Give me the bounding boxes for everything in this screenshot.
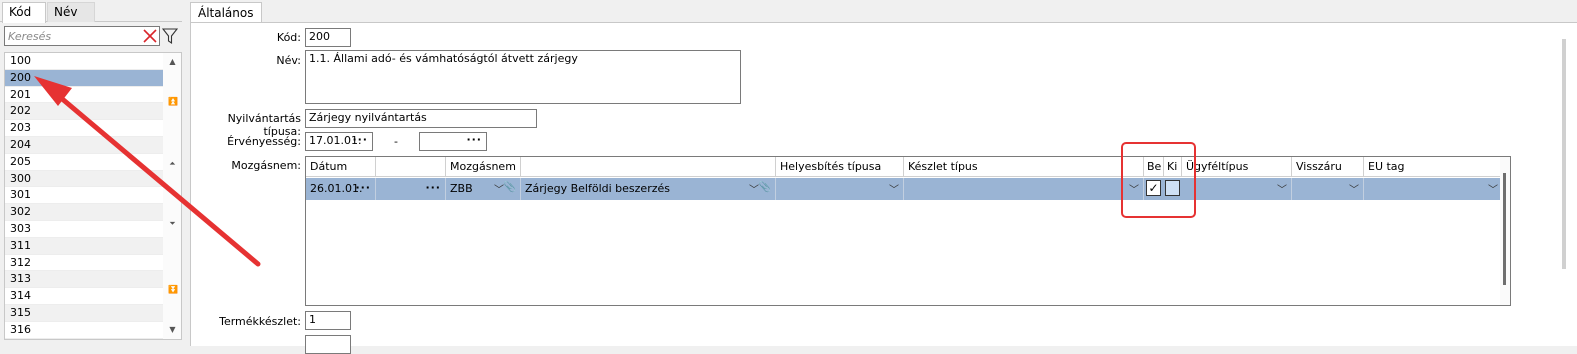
scroll-bottom-icon[interactable]: ⏬ (168, 285, 178, 295)
header-eu-tag[interactable]: EU tag (1364, 157, 1502, 177)
header-datum[interactable]: Dátum (306, 157, 376, 177)
list-item-code-202[interactable]: 202 (5, 103, 163, 121)
tab-nev[interactable]: Név (47, 2, 95, 22)
header-visszaru[interactable]: Visszáru (1292, 157, 1364, 177)
termekkeszlet-field[interactable]: 1 (305, 311, 351, 330)
mozgasnem-grid: Dátum Mozgásnem Helyesbítés típusa Készl… (305, 156, 1511, 306)
cell-blank[interactable]: ··· (376, 178, 446, 200)
main-scrollbar-thumb[interactable] (1562, 39, 1566, 269)
ervenyesseg-dash: - (394, 135, 398, 148)
next-field-partial[interactable] (305, 335, 351, 354)
nev-label: Név: (276, 54, 301, 67)
main-scrollbar[interactable] (1561, 39, 1567, 269)
termekkeszlet-label: Termékkészlet: (219, 315, 301, 328)
dropdown-chevron-icon[interactable]: ﹀ (1277, 181, 1287, 196)
scroll-down-icon[interactable]: ▼ (168, 325, 177, 335)
cell-visszaru[interactable]: ﹀ (1292, 178, 1364, 200)
grid-scrollbar[interactable] (1500, 157, 1510, 305)
code-list: 100 200 201 202 203 204 205 300 301 302 303 311 312 3… (4, 52, 182, 340)
grid-row-selected[interactable]: 26.01.01. ··· ··· ZBB ﹀ 📎 Zárjegy Belföl… (306, 178, 1502, 200)
scroll-up-icon[interactable]: ▲ (168, 57, 177, 67)
list-item-code-300[interactable]: 300 (5, 170, 163, 188)
header-helyesbites[interactable]: Helyesbítés típusa (776, 157, 904, 177)
list-item-code-203[interactable]: 203 (5, 120, 163, 137)
list-item-code-314[interactable]: 314 (5, 288, 163, 305)
list-item-code-316[interactable]: 316 (5, 322, 163, 339)
page-down-icon[interactable]: ⏷ (168, 219, 177, 229)
nyilvantartas-field[interactable]: Zárjegy nyilvántartás (305, 109, 537, 128)
nev-field[interactable]: 1.1. Állami adó- és vámhatóságtól átvett… (305, 50, 741, 104)
mozgasnem-name-value: Zárjegy Belföldi beszerzés (525, 182, 670, 195)
list-item-code-311[interactable]: 311 (5, 237, 163, 255)
list-item-code-301[interactable]: 301 (5, 187, 163, 205)
code-list-panel: Kód Név 10020020120220320420530030130230… (0, 0, 182, 346)
scroll-top-icon[interactable]: ⏫ (168, 97, 178, 107)
header-keszlet[interactable]: Készlet típus (904, 157, 1144, 177)
be-ki-highlight-annotation (1121, 142, 1196, 218)
paperclip-icon[interactable]: 📎 (504, 182, 516, 193)
list-item-code-302[interactable]: 302 (5, 204, 163, 221)
details-panel: Kód: 200 Név: 1.1. Állami adó- és vámhat… (190, 22, 1577, 354)
list-item-code-200[interactable]: 200 (5, 69, 163, 87)
search-field[interactable] (4, 26, 160, 46)
grid-scrollbar-thumb[interactable] (1503, 173, 1506, 285)
list-item-code-100[interactable]: 100 (5, 53, 163, 70)
date-picker-icon[interactable]: ··· (466, 133, 482, 146)
dropdown-chevron-icon[interactable]: ﹀ (749, 181, 759, 196)
header-blank-1[interactable] (376, 157, 446, 177)
date-picker-icon[interactable]: ··· (355, 181, 371, 194)
tab-kod[interactable]: Kód (2, 2, 46, 23)
mozgasnem-label: Mozgásnem: (231, 159, 301, 172)
list-item-code-205[interactable]: 205 (5, 154, 163, 171)
search-input[interactable] (5, 27, 141, 45)
tab-altalanos[interactable]: Általános (190, 2, 262, 23)
dropdown-chevron-icon[interactable]: ﹀ (1488, 181, 1498, 196)
grid-header: Dátum Mozgásnem Helyesbítés típusa Készl… (306, 157, 1502, 177)
list-item-code-313[interactable]: 313 (5, 271, 163, 289)
ervenyesseg-label: Érvényesség: (227, 135, 301, 148)
header-mozgasnem-name[interactable] (521, 157, 776, 177)
cell-mozgasnem-code[interactable]: ZBB ﹀ 📎 (446, 178, 521, 200)
kod-label: Kód: (276, 31, 301, 44)
cell-datum[interactable]: 26.01.01. ··· (306, 178, 376, 200)
date-picker-icon[interactable]: ··· (352, 133, 368, 146)
header-ugyfeltipus[interactable]: Ügyféltípus (1182, 157, 1292, 177)
list-item-code-204[interactable]: 204 (5, 136, 163, 154)
mozgasnem-code-value: ZBB (450, 182, 473, 195)
cell-mozgasnem-name[interactable]: Zárjegy Belföldi beszerzés ﹀ 📎 (521, 178, 776, 200)
picker-icon[interactable]: ··· (425, 181, 441, 194)
cell-keszlet[interactable]: ﹀ (904, 178, 1144, 200)
list-item-code-201[interactable]: 201 (5, 87, 163, 104)
list-item-code-312[interactable]: 312 (5, 255, 163, 272)
paperclip-icon[interactable]: 📎 (759, 182, 771, 193)
clear-search-icon[interactable] (142, 28, 158, 44)
dropdown-chevron-icon[interactable]: ﹀ (889, 181, 899, 196)
cell-eu-tag[interactable]: ﹀ (1364, 178, 1502, 200)
cell-ugyfeltipus[interactable]: ﹀ (1182, 178, 1292, 200)
kod-field[interactable]: 200 (305, 28, 351, 47)
dropdown-chevron-icon[interactable]: ﹀ (1349, 181, 1359, 196)
left-tab-bar: Kód Név (0, 0, 182, 23)
dropdown-chevron-icon[interactable]: ﹀ (494, 181, 504, 196)
code-list-scrollbar[interactable]: ▲ ⏫ ⏶ ⏷ ⏬ ▼ (163, 53, 181, 339)
list-item-code-303[interactable]: 303 (5, 221, 163, 238)
ervenyesseg-from-field[interactable]: 17.01.01. ··· (305, 132, 373, 151)
filter-icon[interactable] (162, 27, 178, 45)
list-item-code-315[interactable]: 315 (5, 304, 163, 322)
page-up-icon[interactable]: ⏶ (168, 159, 177, 169)
ervenyesseg-to-field[interactable]: ··· (419, 132, 487, 151)
header-mozgasnem[interactable]: Mozgásnem (446, 157, 521, 177)
cell-helyesbites[interactable]: ﹀ (776, 178, 904, 200)
